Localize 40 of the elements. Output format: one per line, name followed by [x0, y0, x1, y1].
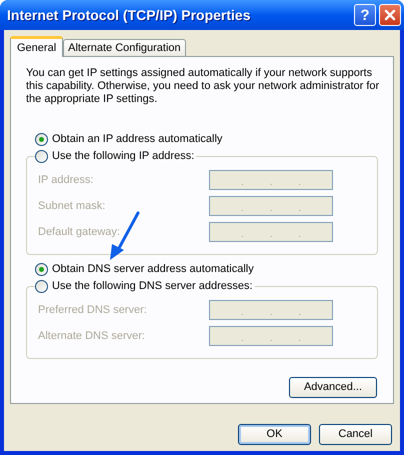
separator-dot: . — [298, 204, 302, 214]
separator-dot: . — [298, 334, 302, 344]
separator-dot: . — [240, 334, 244, 344]
radio-label: Obtain DNS server address automatically — [52, 262, 254, 277]
separator-dot: . — [240, 308, 244, 318]
radio-label: Obtain an IP address automatically — [52, 132, 222, 147]
close-icon — [384, 9, 396, 21]
window-title: Internet Protocol (TCP/IP) Properties — [7, 6, 252, 25]
radio-button[interactable] — [35, 280, 48, 292]
field-label: Preferred DNS server: — [38, 302, 147, 318]
separator-dot: . — [270, 308, 272, 318]
field-label: IP address: — [38, 172, 94, 188]
separator-dot: . — [298, 178, 302, 188]
close-button[interactable] — [379, 4, 401, 26]
separator-dot: . — [240, 204, 244, 214]
separator-dot: . — [298, 308, 302, 318]
separator-dot: . — [270, 334, 272, 344]
dialog-button[interactable]: OK — [238, 424, 311, 445]
field-label: Subnet mask: — [38, 198, 106, 214]
advanced-button[interactable]: Advanced... — [289, 377, 377, 398]
tab[interactable]: General — [10, 36, 64, 57]
radio-button[interactable] — [35, 262, 48, 276]
separator-dot: . — [240, 230, 244, 240]
description-text: this capability. Otherwise, you need to ask your network administrator for — [26, 80, 378, 93]
description-text: You can get IP settings assigned automatically if your network supports — [26, 67, 374, 80]
radio-button[interactable] — [35, 150, 48, 162]
radio-label: Use the following DNS server addresses: — [52, 278, 253, 294]
tab[interactable]: Alternate Configuration — [63, 39, 186, 56]
radio-button[interactable] — [35, 132, 48, 146]
separator-dot: . — [270, 204, 272, 214]
radio-label: Use the following IP address: — [52, 148, 194, 164]
separator-dot: . — [270, 230, 272, 240]
separator-dot: . — [240, 178, 244, 188]
separator-dot: . — [270, 178, 272, 188]
field-label: Default gateway: — [38, 224, 120, 240]
description-text: the appropriate IP settings. — [26, 93, 158, 106]
dialog-button[interactable]: Cancel — [319, 424, 392, 445]
field-label: Alternate DNS server: — [38, 328, 145, 344]
separator-dot: . — [298, 230, 302, 240]
help-button[interactable]: ? — [354, 4, 376, 26]
